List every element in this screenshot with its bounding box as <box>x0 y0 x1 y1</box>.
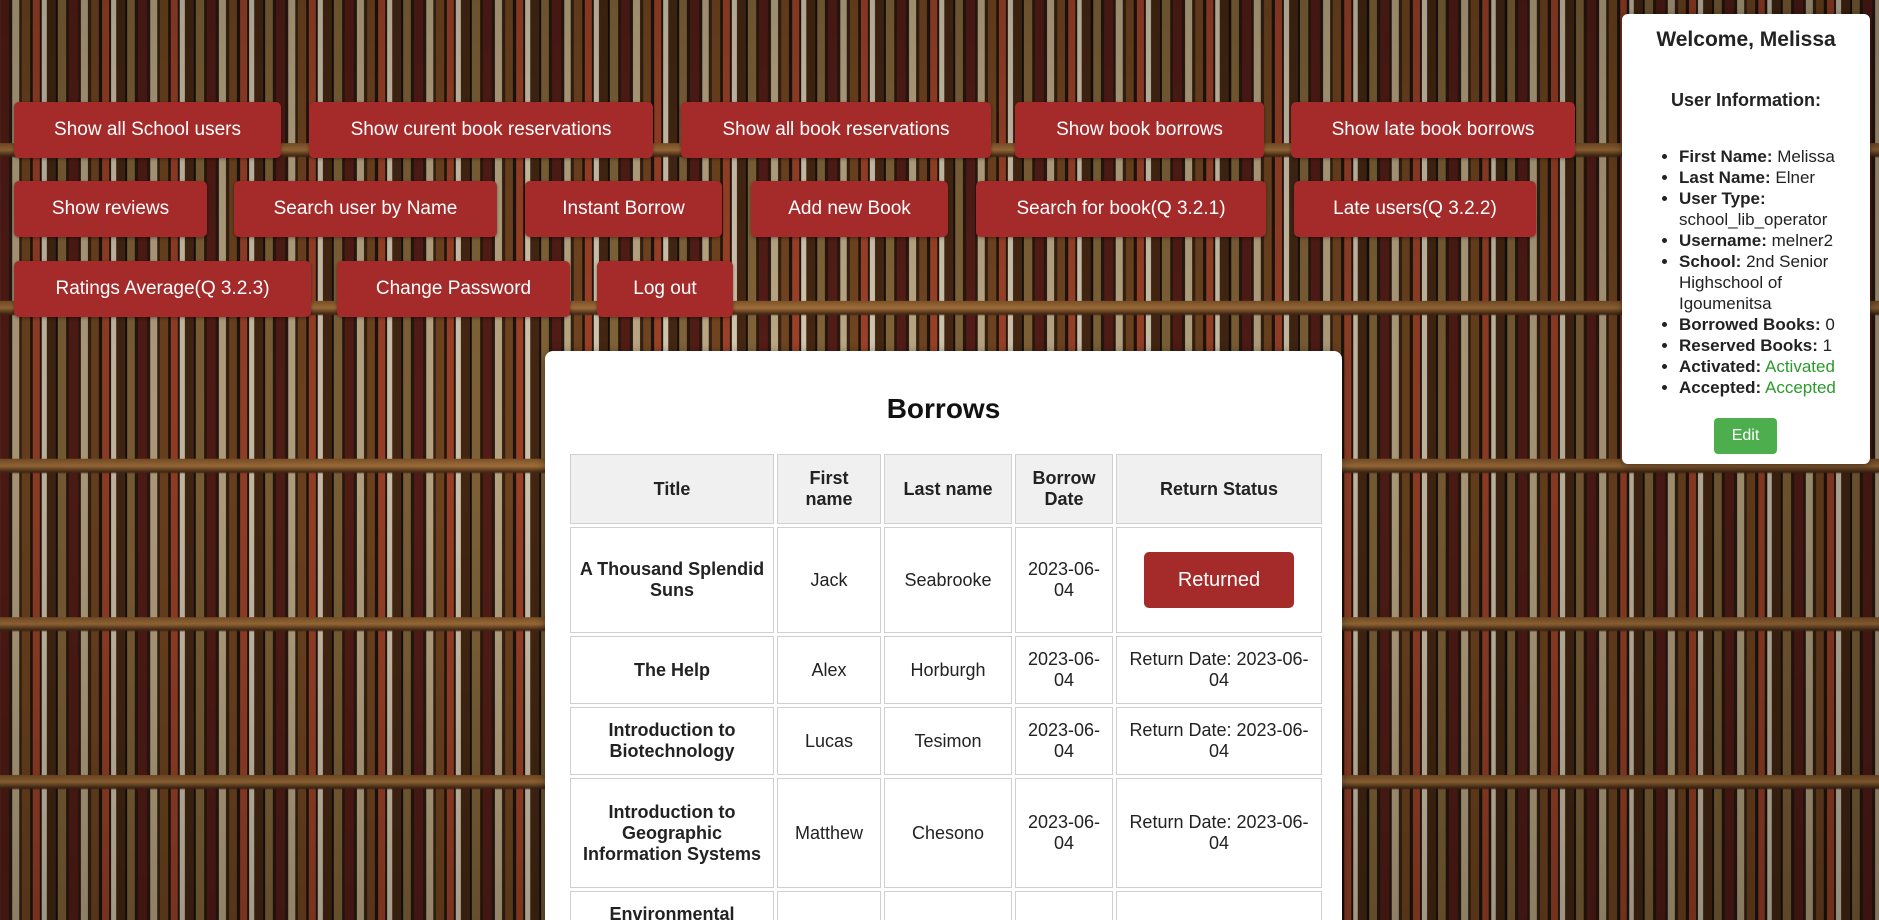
cell-return-status: Return Date: 2023-06-04 <box>1116 636 1322 704</box>
column-header-last-name: Last name <box>884 454 1012 524</box>
cell-last-name: Horburgh <box>884 636 1012 704</box>
column-header-return-status: Return Status <box>1116 454 1322 524</box>
instant-borrow-button[interactable]: Instant Borrow <box>525 181 722 237</box>
user-field-school: School: 2nd Senior Highschool of Igoumen… <box>1679 251 1860 314</box>
user-field-activated: Activated: Activated <box>1679 356 1860 377</box>
show-book-borrows-button[interactable]: Show book borrows <box>1015 102 1264 158</box>
show-all-reservations-button[interactable]: Show all book reservations <box>681 102 991 158</box>
search-for-book-button[interactable]: Search for book(Q 3.2.1) <box>976 181 1266 237</box>
cell-first-name: Lucas <box>777 707 881 775</box>
borrows-title: Borrows <box>886 393 1001 424</box>
activated-status: Activated <box>1764 357 1835 376</box>
returned-button[interactable]: Returned <box>1144 552 1294 608</box>
cell-return-status: Returned <box>1116 527 1322 633</box>
cell-borrow-date: 2023-06-04 <box>1015 527 1113 633</box>
user-field-reserved-books: Reserved Books: 1 <box>1679 335 1860 356</box>
cell-first-name: Alex <box>777 636 881 704</box>
borrows-card: Borrows Title First name Last name Borro… <box>545 351 1342 920</box>
cell-return-status <box>1116 891 1322 920</box>
user-info-panel: Welcome, Melissa User Information: First… <box>1622 14 1870 464</box>
table-row: Introduction to Biotechnology Lucas Tesi… <box>570 707 1322 775</box>
cell-last-name <box>884 891 1012 920</box>
user-field-first-name: First Name: Melissa <box>1679 146 1860 167</box>
user-info-heading: User Information: <box>1670 90 1821 110</box>
cell-title: Introduction to Geographic Information S… <box>570 778 774 888</box>
cell-borrow-date: 2023-06-04 <box>1015 707 1113 775</box>
accepted-status: Accepted <box>1764 378 1836 397</box>
user-field-borrowed-books: Borrowed Books: 0 <box>1679 314 1860 335</box>
cell-return-status: Return Date: 2023-06-04 <box>1116 778 1322 888</box>
cell-title: Environmental <box>570 891 774 920</box>
cell-title: The Help <box>570 636 774 704</box>
cell-borrow-date: 2023-06-04 <box>1015 778 1113 888</box>
cell-first-name <box>777 891 881 920</box>
user-field-username: Username: melner2 <box>1679 230 1860 251</box>
table-header-row: Title First name Last name Borrow Date R… <box>570 454 1322 524</box>
user-field-last-name: Last Name: Elner <box>1679 167 1860 188</box>
column-header-borrow-date: Borrow Date <box>1015 454 1113 524</box>
cell-last-name: Seabrooke <box>884 527 1012 633</box>
change-password-button[interactable]: Change Password <box>337 261 570 317</box>
cell-borrow-date <box>1015 891 1113 920</box>
column-header-title: Title <box>570 454 774 524</box>
search-user-by-name-button[interactable]: Search user by Name <box>234 181 497 237</box>
borrows-table: Title First name Last name Borrow Date R… <box>567 451 1325 920</box>
cell-title: A Thousand Splendid Suns <box>570 527 774 633</box>
user-info-list: First Name: Melissa Last Name: Elner Use… <box>1622 146 1870 398</box>
cell-last-name: Chesono <box>884 778 1012 888</box>
cell-return-status: Return Date: 2023-06-04 <box>1116 707 1322 775</box>
table-row: Introduction to Geographic Information S… <box>570 778 1322 888</box>
show-late-borrows-button[interactable]: Show late book borrows <box>1291 102 1575 158</box>
ratings-average-button[interactable]: Ratings Average(Q 3.2.3) <box>14 261 311 317</box>
cell-title: Introduction to Biotechnology <box>570 707 774 775</box>
edit-button[interactable]: Edit <box>1714 418 1777 454</box>
table-row: A Thousand Splendid Suns Jack Seabrooke … <box>570 527 1322 633</box>
user-field-user-type: User Type: school_lib_operator <box>1679 188 1860 230</box>
cell-first-name: Matthew <box>777 778 881 888</box>
table-row: Environmental <box>570 891 1322 920</box>
cell-borrow-date: 2023-06-04 <box>1015 636 1113 704</box>
add-new-book-button[interactable]: Add new Book <box>751 181 948 237</box>
show-reviews-button[interactable]: Show reviews <box>14 181 207 237</box>
cell-last-name: Tesimon <box>884 707 1012 775</box>
cell-first-name: Jack <box>777 527 881 633</box>
table-row: The Help Alex Horburgh 2023-06-04 Return… <box>570 636 1322 704</box>
welcome-heading: Welcome, Melissa <box>1656 28 1836 51</box>
show-current-reservations-button[interactable]: Show curent book reservations <box>309 102 653 158</box>
user-field-accepted: Accepted: Accepted <box>1679 377 1860 398</box>
log-out-button[interactable]: Log out <box>597 261 733 317</box>
late-users-button[interactable]: Late users(Q 3.2.2) <box>1294 181 1536 237</box>
show-all-school-users-button[interactable]: Show all School users <box>14 102 281 158</box>
column-header-first-name: First name <box>777 454 881 524</box>
